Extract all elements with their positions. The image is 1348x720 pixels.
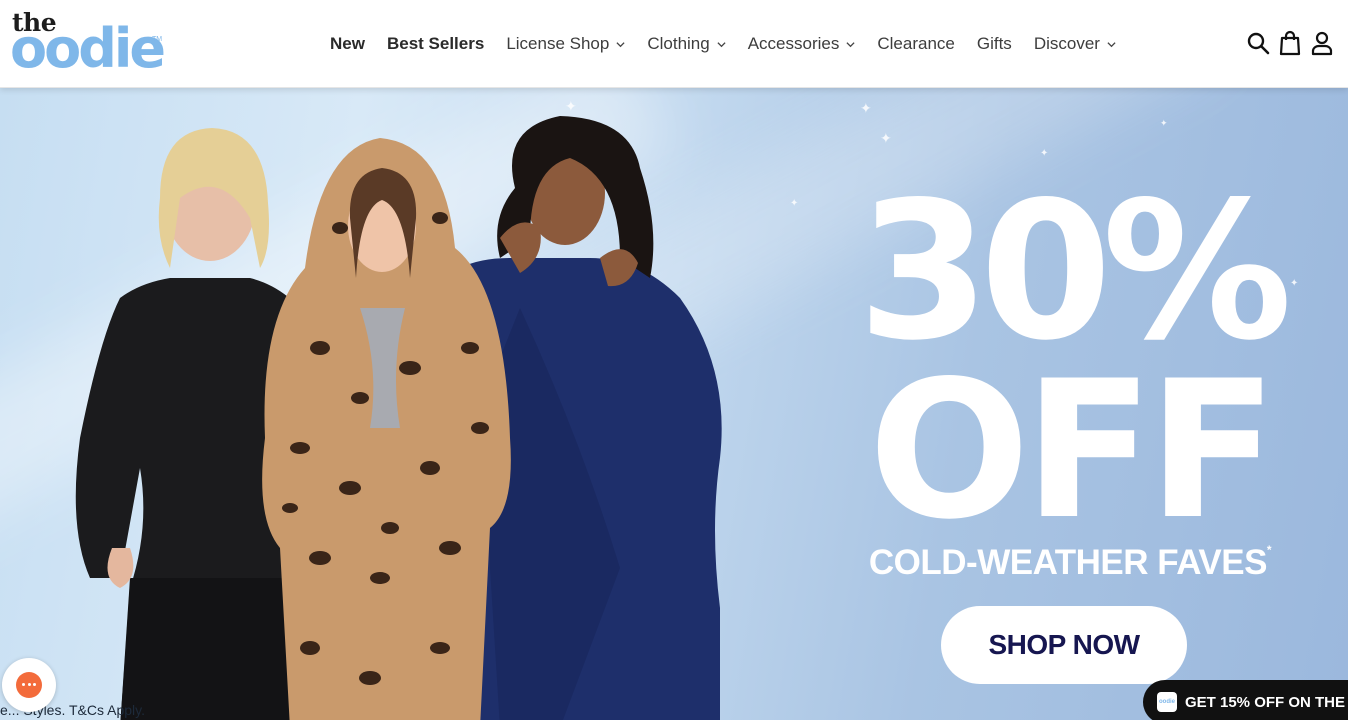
chevron-down-icon bbox=[616, 41, 625, 47]
promo-text-block: 30% OFF COLD-WEATHER FAVES* bbox=[850, 161, 1293, 583]
promo-subheadline: COLD-WEATHER FAVES* bbox=[850, 543, 1290, 583]
nav-item-clearance[interactable]: Clearance bbox=[877, 34, 955, 54]
models-image bbox=[75, 116, 722, 720]
chat-bubble-icon bbox=[16, 672, 42, 698]
chevron-down-icon bbox=[846, 41, 855, 47]
nav-item-license-shop[interactable]: License Shop bbox=[506, 34, 625, 54]
account-icon[interactable] bbox=[1310, 30, 1334, 56]
nav-item-label: New bbox=[330, 34, 365, 53]
hero-banner[interactable]: ✦ ✦ ✦ ✦ ✦ ✦ ✦ 30% OFF COLD-WEATHER FAVES… bbox=[0, 88, 1348, 720]
nav-item-label: Gifts bbox=[976, 34, 1012, 53]
model-center-leopard-robe bbox=[262, 138, 511, 720]
nav-item-label: Accessories bbox=[747, 34, 840, 53]
chevron-down-icon bbox=[717, 41, 726, 47]
sparkle-icon: ✦ bbox=[860, 100, 872, 116]
main-navigation: New Best Sellers License Shop Clothing Acces… bbox=[330, 34, 1138, 54]
brand-logo[interactable]: the oodie TM bbox=[10, 8, 172, 80]
logo-trademark: TM bbox=[152, 36, 163, 43]
nav-item-discover[interactable]: Discover bbox=[1034, 34, 1116, 54]
nav-item-new[interactable]: New bbox=[330, 34, 365, 54]
shop-now-button[interactable]: SHOP NOW bbox=[941, 606, 1187, 684]
logo-oodie: oodie bbox=[10, 17, 166, 80]
promo-off: OFF bbox=[868, 340, 1277, 561]
sparkle-icon: ✦ bbox=[880, 130, 892, 146]
sparkle-icon: ✦ bbox=[790, 198, 799, 209]
nav-item-best-sellers[interactable]: Best Sellers bbox=[387, 34, 484, 54]
nav-item-label: Discover bbox=[1033, 34, 1100, 53]
nav-item-label: Clearance bbox=[877, 34, 955, 53]
promo-discount: 30% bbox=[857, 161, 1293, 382]
discount-offer-tab[interactable]: oodie GET 15% OFF ON THE A bbox=[1143, 680, 1348, 720]
sparkle-icon: ✦ bbox=[1040, 148, 1049, 159]
header-actions bbox=[1238, 30, 1334, 56]
promo-asterisk: * bbox=[1266, 543, 1272, 557]
nav-item-accessories[interactable]: Accessories bbox=[748, 34, 856, 54]
nav-item-label: License Shop bbox=[506, 34, 610, 53]
offer-logo-badge: oodie bbox=[1157, 692, 1177, 712]
shopping-bag-icon[interactable] bbox=[1278, 30, 1302, 56]
search-icon[interactable] bbox=[1246, 30, 1270, 56]
site-header: the oodie TM New Best Sellers License Shop… bbox=[0, 0, 1348, 88]
chat-widget-button[interactable] bbox=[2, 658, 56, 712]
nav-item-clothing[interactable]: Clothing bbox=[647, 34, 726, 54]
offer-label: GET 15% OFF ON THE A bbox=[1185, 693, 1348, 711]
nav-item-label: Best Sellers bbox=[386, 34, 485, 53]
nav-item-label: Clothing bbox=[647, 34, 710, 53]
chevron-down-icon bbox=[1107, 41, 1116, 47]
sparkle-icon: ✦ bbox=[1290, 278, 1299, 289]
promo-subheadline-text: COLD-WEATHER FAVES bbox=[868, 543, 1268, 582]
sparkle-icon: ✦ bbox=[1160, 118, 1168, 128]
nav-item-gifts[interactable]: Gifts bbox=[977, 34, 1012, 54]
